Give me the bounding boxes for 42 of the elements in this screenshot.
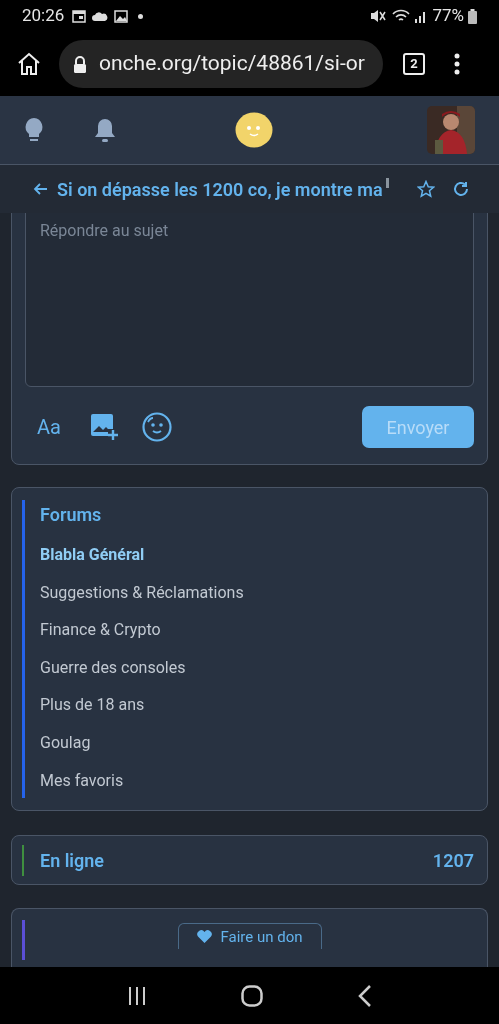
menu-icon[interactable] bbox=[454, 53, 460, 75]
home-button-icon[interactable] bbox=[241, 984, 264, 1007]
battery-level: 77% bbox=[432, 4, 464, 28]
forum-link[interactable]: Blabla Général bbox=[40, 544, 475, 567]
avatar[interactable] bbox=[427, 106, 475, 154]
refresh-icon[interactable] bbox=[453, 181, 469, 197]
back-icon[interactable] bbox=[357, 984, 372, 1007]
online-label: En ligne bbox=[40, 848, 104, 873]
image-icon bbox=[114, 9, 129, 23]
calendar-icon bbox=[72, 9, 87, 23]
reply-field[interactable]: Répondre au sujet bbox=[25, 213, 474, 387]
battery-icon bbox=[468, 8, 477, 24]
smiley-icon[interactable] bbox=[141, 412, 172, 442]
star-icon[interactable] bbox=[417, 180, 435, 198]
back-arrow-icon[interactable] bbox=[33, 182, 48, 196]
forum-link[interactable]: Finance & Crypto bbox=[40, 619, 475, 642]
wifi-icon bbox=[392, 9, 411, 23]
forum-link[interactable]: Guerre des consoles bbox=[40, 656, 475, 680]
recent-apps-icon[interactable] bbox=[127, 985, 148, 1006]
smiley-logo[interactable] bbox=[234, 112, 273, 148]
online-count: 1207 bbox=[432, 848, 474, 873]
tab-count[interactable]: 2 bbox=[403, 53, 425, 75]
forum-link[interactable]: Goulag bbox=[40, 731, 475, 755]
mute-icon bbox=[370, 9, 387, 23]
lightbulb-icon[interactable] bbox=[24, 117, 44, 143]
topic-title: Si on dépasse les 1200 co, je montre ma bbox=[57, 177, 383, 202]
donate-button[interactable]: Faire un don bbox=[178, 923, 322, 950]
format-button[interactable]: Aa bbox=[37, 412, 61, 442]
forum-link[interactable]: Mes favoris bbox=[40, 769, 475, 793]
home-icon[interactable] bbox=[16, 52, 42, 76]
forum-link[interactable]: Plus de 18 ans bbox=[40, 694, 475, 717]
url-text: onche.org/topic/48861/si-or bbox=[99, 50, 365, 78]
url-field[interactable]: onche.org/topic/48861/si-or bbox=[59, 40, 383, 88]
status-time: 20:26 bbox=[22, 4, 65, 28]
forum-link[interactable]: Suggestions & Réclamations bbox=[40, 581, 475, 605]
dot-icon bbox=[138, 13, 144, 19]
bell-icon[interactable] bbox=[94, 117, 116, 143]
add-image-icon[interactable] bbox=[90, 413, 118, 441]
cloud-icon bbox=[92, 11, 109, 21]
forums-title: Forums bbox=[40, 503, 103, 527]
lock-icon bbox=[73, 55, 87, 73]
heart-icon bbox=[197, 930, 213, 944]
